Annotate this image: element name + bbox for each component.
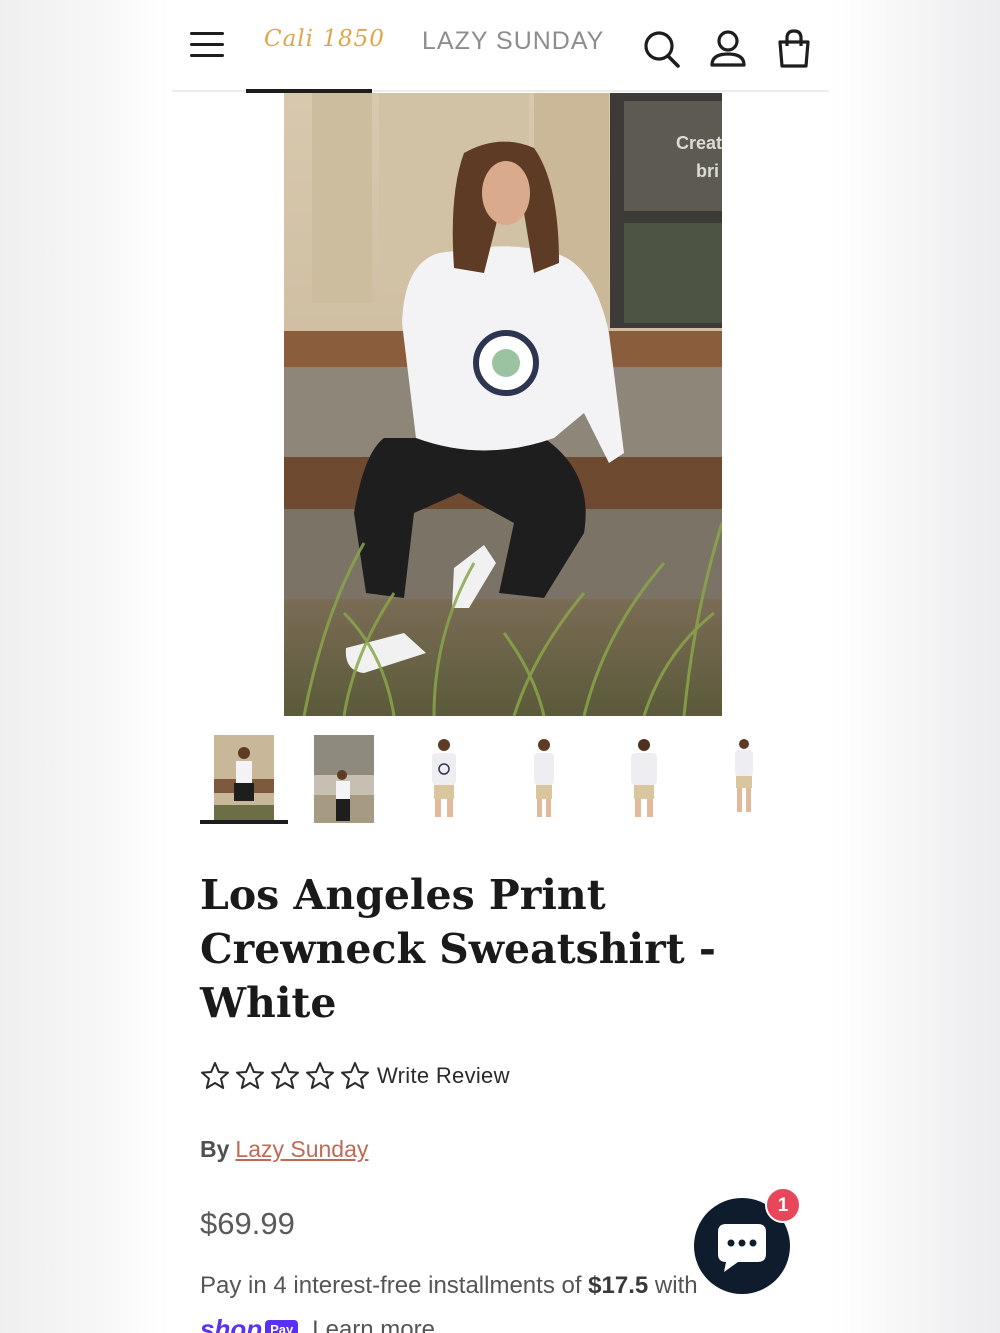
active-thumbnail-indicator [200,820,288,824]
thumbnail-4[interactable] [500,735,588,825]
cali-1850-logo[interactable]: Cali 1850 [264,26,385,52]
menu-icon[interactable] [190,32,228,64]
product-main-image[interactable]: Creat bri [284,93,722,716]
installments-text: Pay in 4 interest-free installments of $… [200,1272,698,1300]
vendor-line: By Lazy Sunday [200,1136,368,1163]
lazy-sunday-logo[interactable]: LAZY SUNDAY [422,27,604,56]
product-page: Cali 1850 LAZY SUNDAY Creat bri Los Ange… [172,0,829,1333]
thumbnail-5[interactable] [600,735,688,825]
write-review-link[interactable]: Write Review [377,1063,510,1089]
shop-pay-badge: Pay [265,1320,299,1333]
product-title: Los Angeles Print Crewneck Sweatshirt - … [200,871,716,1027]
shop-pay-logo: shop [200,1314,263,1333]
chat-notification-badge: 1 [765,1187,801,1223]
thumbnail-6[interactable] [700,735,788,825]
star-icon[interactable] [270,1061,300,1091]
thumbnail-1[interactable] [200,735,288,825]
thumbnail-2[interactable] [300,735,388,825]
account-icon[interactable] [708,28,748,70]
site-header: Cali 1850 LAZY SUNDAY [172,0,829,93]
search-icon[interactable] [642,28,682,70]
vendor-link[interactable]: Lazy Sunday [235,1136,368,1162]
window-sign-text: Creat [676,133,722,153]
installments-amount: $17.5 [588,1272,649,1299]
shop-pay-row: shop Pay Learn more [200,1314,435,1333]
installments-suffix: with [654,1272,698,1299]
star-icon[interactable] [305,1061,335,1091]
by-label: By [200,1136,230,1162]
product-price: $69.99 [200,1206,295,1241]
star-icon[interactable] [200,1061,230,1091]
learn-more-link[interactable]: Learn more [312,1316,435,1333]
star-icon[interactable] [235,1061,265,1091]
star-icon[interactable] [340,1061,370,1091]
thumbnail-3[interactable] [400,735,488,825]
thumbnail-strip [200,735,800,827]
window-sign-text-2: bri [696,161,719,181]
rating-row: Write Review [200,1060,510,1092]
installments-prefix: Pay in 4 interest-free installments of [200,1272,589,1299]
shopping-bag-icon[interactable] [774,28,814,70]
